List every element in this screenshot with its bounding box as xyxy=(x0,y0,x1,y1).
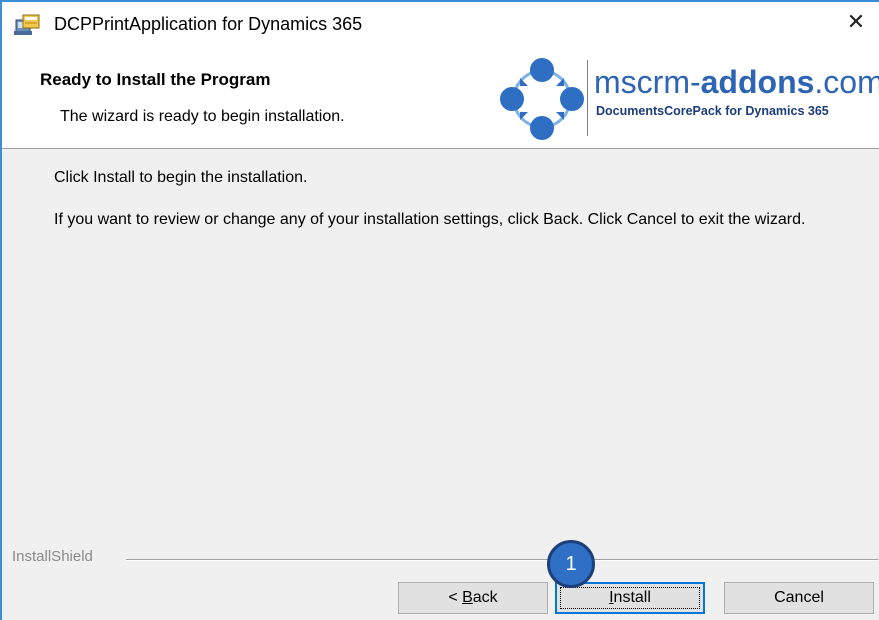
installshield-label: InstallShield xyxy=(12,548,93,565)
page-subtitle: The wizard is ready to begin installatio… xyxy=(60,108,345,125)
back-button[interactable]: < Back xyxy=(398,582,548,614)
step-number-badge: 1 xyxy=(547,540,595,588)
focus-indicator xyxy=(560,587,700,609)
window-title: DCPPrintApplication for Dynamics 365 xyxy=(54,14,363,34)
cancel-button[interactable]: Cancel xyxy=(724,582,874,614)
title-bar: DCPPrintApplication for Dynamics 365 ✕ xyxy=(2,2,879,46)
mscrm-addons-logo xyxy=(494,56,590,142)
close-icon: ✕ xyxy=(846,9,866,34)
brand-name: mscrm-addons.com xyxy=(594,64,879,100)
wizard-header: Ready to Install the Program The wizard … xyxy=(2,46,879,149)
install-instruction: Click Install to begin the installation. xyxy=(54,169,308,186)
close-button[interactable]: ✕ xyxy=(833,2,879,42)
footer-divider xyxy=(126,559,878,561)
installer-window: DCPPrintApplication for Dynamics 365 ✕ R… xyxy=(0,0,879,620)
review-instruction: If you want to review or change any of y… xyxy=(54,211,806,228)
wizard-body: Click Install to begin the installation.… xyxy=(2,149,879,549)
page-title: Ready to Install the Program xyxy=(40,70,271,89)
installer-icon xyxy=(14,12,42,36)
brand-tagline: DocumentsCorePack for Dynamics 365 xyxy=(596,104,829,118)
brand-divider xyxy=(587,60,588,136)
